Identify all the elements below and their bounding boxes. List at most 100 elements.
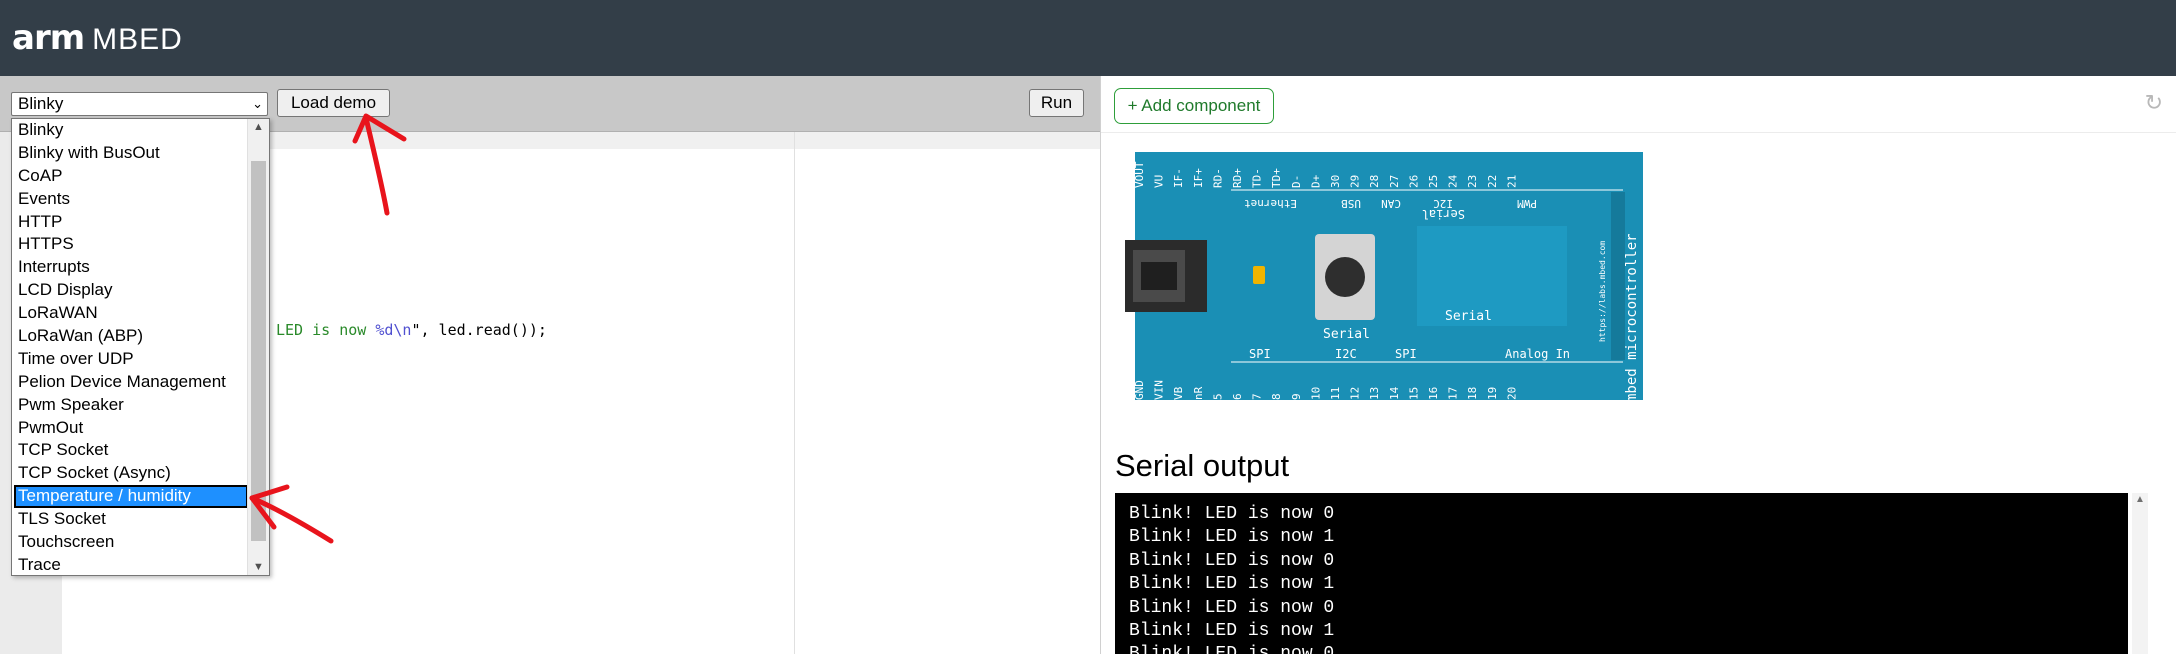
board-label-serial-top: Serial: [1422, 207, 1465, 221]
dropdown-option[interactable]: HTTP: [12, 211, 248, 234]
board-pin-label: 18: [1466, 387, 1479, 400]
dropdown-option[interactable]: Temperature / humidity: [14, 485, 248, 509]
scroll-up-icon[interactable]: ▲: [2135, 494, 2145, 505]
dropdown-option[interactable]: TCP Socket: [12, 439, 248, 462]
board-pin-label: 29: [1349, 175, 1362, 188]
dropdown-option[interactable]: LCD Display: [12, 279, 248, 302]
board-pin-label: 11: [1329, 387, 1342, 400]
dropdown-scrollbar[interactable]: ▲ ▼: [247, 119, 269, 575]
usb-slot: [1141, 262, 1177, 290]
logo-mbed-text: MBED: [92, 23, 183, 56]
reset-button-cap: [1325, 257, 1365, 297]
scroll-down-icon[interactable]: ▼: [253, 561, 264, 573]
serial-line: Blink! LED is now 0: [1129, 550, 1335, 571]
board-pin-label: 16: [1427, 387, 1440, 400]
add-component-button[interactable]: + Add component: [1114, 88, 1274, 124]
board-pin-label: RD-: [1211, 168, 1224, 188]
board-side-label: mbed microcontroller: [1624, 233, 1640, 402]
board-pin-label: 26: [1407, 175, 1420, 188]
board-group-label: SPI: [1395, 347, 1417, 361]
board-pin-label: 27: [1388, 175, 1401, 188]
mcu-chip-area: [1417, 226, 1567, 326]
dropdown-option[interactable]: TLS Socket: [12, 508, 248, 531]
dropdown-option[interactable]: Pelion Device Management: [12, 371, 248, 394]
serial-output-title: Serial output: [1115, 448, 1290, 483]
board-label-serial-bottom: Serial: [1323, 327, 1370, 342]
dropdown-option[interactable]: Events: [12, 188, 248, 211]
board-pin-label: 15: [1407, 387, 1420, 400]
board-pin-label: 13: [1368, 387, 1381, 400]
demo-select[interactable]: Blinky ⌄: [11, 92, 268, 116]
dropdown-option[interactable]: Trace: [12, 554, 248, 577]
top-bar: arm MBED: [0, 0, 2176, 76]
serial-line: Blink! LED is now 0: [1129, 644, 1335, 665]
serial-line: Blink! LED is now 0: [1129, 597, 1335, 618]
board-pin-label: D+: [1309, 174, 1322, 188]
dropdown-option[interactable]: TCP Socket (Async): [12, 462, 248, 485]
code-rest: ", led.read());: [411, 321, 547, 339]
dropdown-option[interactable]: Blinky: [12, 119, 248, 142]
panel-divider: [1101, 132, 2176, 133]
dropdown-option[interactable]: CoAP: [12, 165, 248, 188]
code-line[interactable]: LED is now %d\n", led.read());: [276, 321, 547, 339]
dropdown-option[interactable]: PwmOut: [12, 417, 248, 440]
side-header-left: [1611, 192, 1625, 360]
board-label-serial-mid: Serial: [1445, 309, 1492, 324]
board-pin-label: 30: [1329, 175, 1342, 188]
board-pin-label: 25: [1427, 175, 1440, 188]
dropdown-option[interactable]: LoRaWan (ABP): [12, 325, 248, 348]
board-pin-label: 17: [1447, 387, 1460, 400]
board-pin-label: 22: [1486, 175, 1499, 188]
board-pin-label: 5: [1211, 393, 1224, 400]
dropdown-option[interactable]: LoRaWAN: [12, 302, 248, 325]
board-group-label: CAN: [1381, 197, 1401, 210]
board-group-label: Ethernet: [1244, 197, 1297, 210]
board-pin-label: 9: [1290, 393, 1303, 400]
run-button[interactable]: Run: [1029, 89, 1084, 117]
scroll-up-icon[interactable]: ▲: [253, 121, 264, 133]
demo-select-value: Blinky: [18, 94, 64, 113]
editor-margin-line: [794, 132, 795, 654]
board-pin-label: TD+: [1270, 168, 1283, 188]
board-pin-label: 21: [1505, 175, 1518, 188]
demo-dropdown-list[interactable]: Blinky Blinky with BusOut CoAP Events HTTP HT…: [11, 118, 270, 576]
dropdown-option[interactable]: Blinky with BusOut: [12, 142, 248, 165]
board-pin-label: IF-: [1172, 168, 1185, 188]
mbed-board-image: VOUT VU IF- IF+ RD- RD+ TD- TD+ D- D+ 30 29 28 27 26 25…: [1125, 152, 1643, 402]
board-pin-label: 28: [1368, 175, 1381, 188]
scrollbar-thumb[interactable]: [251, 161, 266, 541]
board-pin-label: 12: [1349, 387, 1362, 400]
refresh-icon[interactable]: ↻: [2145, 90, 2163, 116]
board-group-label: SPI: [1249, 347, 1271, 361]
board-pin-label: VOUT: [1133, 161, 1146, 188]
board-pin-label: RD+: [1231, 168, 1244, 188]
logo-arm-text: arm: [12, 18, 85, 58]
board-side-url: https://labs.mbed.com: [1598, 241, 1607, 342]
board-pin-label: 14: [1388, 386, 1401, 400]
board-pin-label: 10: [1309, 387, 1322, 400]
board-pin-label: 19: [1486, 387, 1499, 400]
board-pin-label: nR: [1192, 386, 1205, 400]
board-pin-label: 23: [1466, 175, 1479, 188]
board-group-label: PWM: [1517, 197, 1537, 210]
dropdown-option[interactable]: HTTPS: [12, 233, 248, 256]
board-pin-label: TD-: [1251, 168, 1264, 188]
simulator-panel: + Add component ↻ VOUT VU IF- IF+ RD- RD+ TD- T…: [1100, 76, 2176, 664]
dropdown-option[interactable]: Touchscreen: [12, 531, 248, 554]
board-group-label: USB: [1341, 197, 1361, 210]
serial-scrollbar[interactable]: ▲: [2132, 493, 2148, 654]
load-demo-button[interactable]: Load demo: [277, 89, 390, 117]
board-group-label: Analog In: [1505, 347, 1570, 361]
serial-line: Blink! LED is now 0: [1129, 504, 1335, 524]
dropdown-option[interactable]: Pwm Speaker: [12, 394, 248, 417]
serial-output-console[interactable]: Blink! LED is now 0 Blink! LED is now 1 Bl…: [1115, 493, 2128, 664]
serial-line: Blink! LED is now 1: [1129, 527, 1335, 548]
code-format-spec: %d\n: [375, 321, 412, 339]
dropdown-option[interactable]: Time over UDP: [12, 348, 248, 371]
dropdown-option[interactable]: Interrupts: [12, 256, 248, 279]
board-pin-label: VU: [1153, 175, 1166, 188]
arm-mbed-logo[interactable]: arm MBED: [12, 18, 183, 58]
board-pin-label: 7: [1251, 393, 1264, 400]
dropdown-options: Blinky Blinky with BusOut CoAP Events HTTP HT…: [12, 119, 248, 577]
board-pin-label: 8: [1270, 393, 1283, 400]
